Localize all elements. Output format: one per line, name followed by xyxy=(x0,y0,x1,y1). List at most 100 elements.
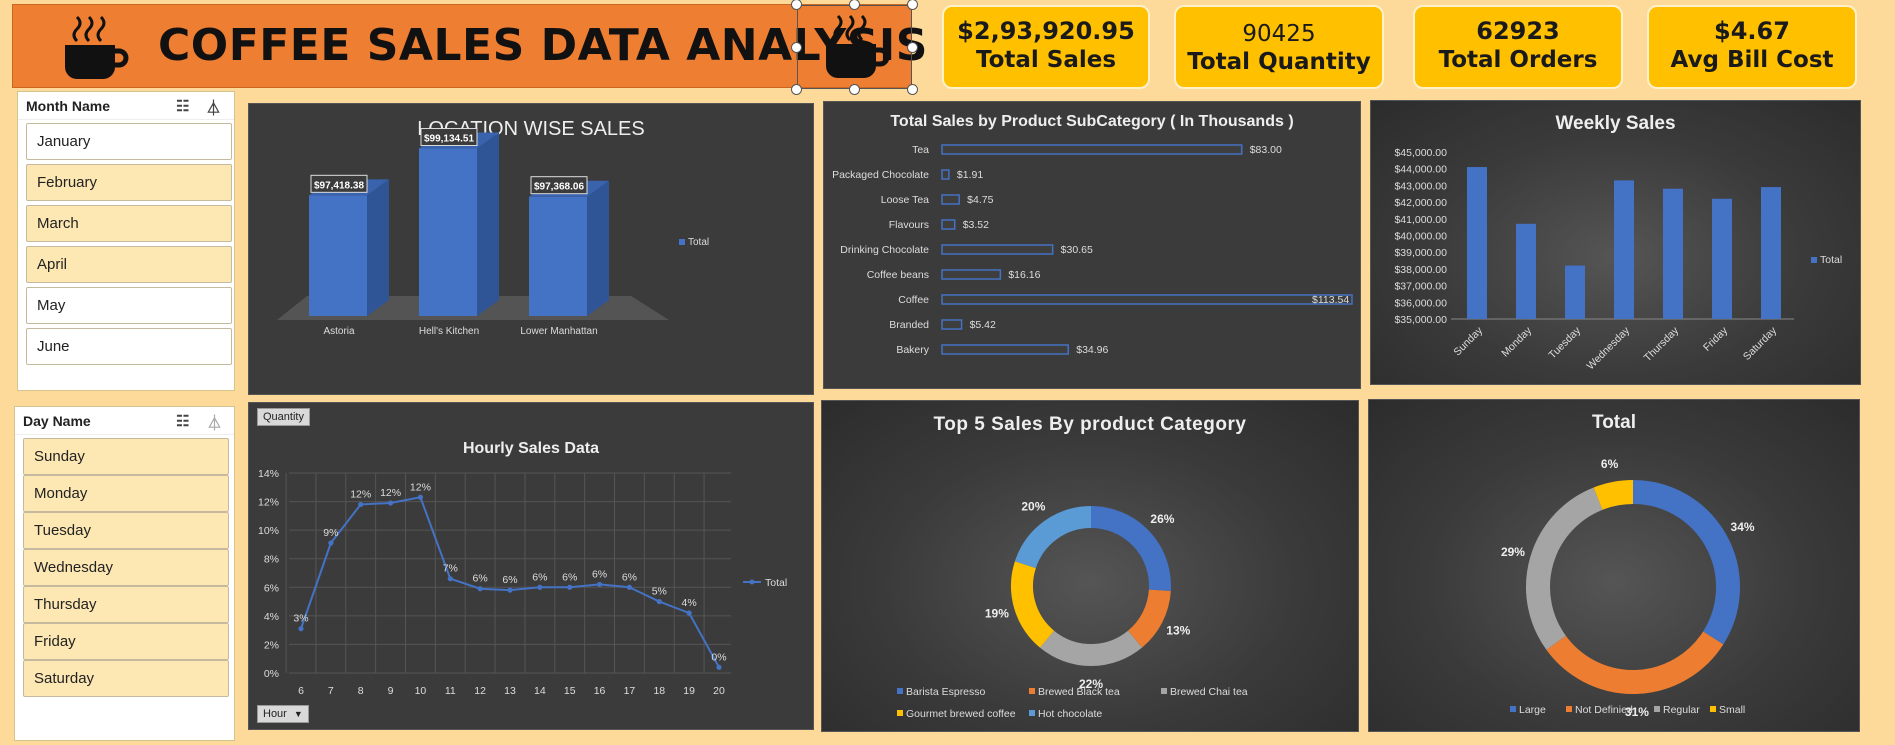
data-label: $99,134.51 xyxy=(424,134,474,145)
coffee-cup-icon[interactable] xyxy=(818,12,890,84)
data-label: $1.91 xyxy=(957,169,983,181)
y-tick-label: 0% xyxy=(264,668,279,680)
weekly-chart-svg: $35,000.00 $36,000.00 $37,000.00 $38,000.00… xyxy=(1394,147,1842,372)
legend-swatch xyxy=(1510,706,1516,712)
y-tick-label: $37,000.00 xyxy=(1394,281,1447,293)
day-item-wednesday[interactable]: Wednesday xyxy=(23,549,229,586)
kpi-card-total-sales: $2,93,920.95 Total Sales xyxy=(942,5,1150,89)
hourly-sales-chart[interactable]: Quantity Hourly Sales Data 0% 2% 4% 6% 8% 10%… xyxy=(248,402,814,730)
data-label: $16.16 xyxy=(1008,269,1040,281)
data-label: $97,418.38 xyxy=(314,180,364,191)
bar-loose-tea xyxy=(941,194,960,205)
y-tick-label: 10% xyxy=(258,525,279,537)
legend-label: Hot chocolate xyxy=(1038,708,1102,720)
dropdown-arrow-icon[interactable]: ▼ xyxy=(294,709,303,719)
slice-brewed-black-tea xyxy=(1127,589,1171,648)
slicer-header: Day Name ☷ ⏃ xyxy=(15,407,234,435)
legend-label: Small xyxy=(1719,704,1745,716)
data-label: 6% xyxy=(502,574,517,586)
x-tick-label: Hell's Kitchen xyxy=(419,326,479,337)
x-tick-label: 9 xyxy=(388,685,394,697)
kpi-card-avg-bill: $4.67 Avg Bill Cost xyxy=(1647,5,1857,89)
day-item-sunday[interactable]: Sunday xyxy=(23,438,229,475)
category-label: Drinking Chocolate xyxy=(840,244,929,256)
multi-select-icon[interactable]: ☷ xyxy=(176,412,189,430)
kpi-value: 62923 xyxy=(1476,17,1560,45)
location-chart-svg: $97,418.38 Astoria $99,134.51 Hell's Kitche… xyxy=(277,128,709,337)
y-tick-label: $43,000.00 xyxy=(1394,180,1447,192)
kpi-value: 90425 xyxy=(1242,21,1316,47)
resize-handle[interactable] xyxy=(907,42,918,53)
slice-not-definied xyxy=(1546,631,1724,694)
month-item-june[interactable]: June xyxy=(26,328,232,365)
legend-swatch xyxy=(897,688,903,694)
data-label: 12% xyxy=(350,488,371,500)
resize-handle[interactable] xyxy=(907,84,918,95)
legend-swatch xyxy=(1161,688,1167,694)
data-point xyxy=(686,610,692,616)
month-item-may[interactable]: May xyxy=(26,287,232,324)
legend-swatch xyxy=(1029,710,1035,716)
y-tick-label: 4% xyxy=(264,611,279,623)
y-tick-label: $40,000.00 xyxy=(1394,231,1447,243)
resize-handle[interactable] xyxy=(791,0,802,10)
month-item-april[interactable]: April xyxy=(26,246,232,283)
slicer-title: Month Name xyxy=(26,97,110,114)
multi-select-icon[interactable]: ☷ xyxy=(176,97,189,115)
resize-handle[interactable] xyxy=(791,42,802,53)
y-tick-label: 8% xyxy=(264,554,279,566)
data-label: 13% xyxy=(1166,623,1190,637)
data-point xyxy=(596,581,603,588)
data-point xyxy=(656,598,662,605)
data-label: 9% xyxy=(323,527,338,539)
top5-category-chart[interactable]: Top 5 Sales By product Category 26% 13% 22… xyxy=(821,400,1359,732)
data-label: $30.65 xyxy=(1061,244,1093,256)
month-item-february[interactable]: February xyxy=(26,164,232,201)
day-item-tuesday[interactable]: Tuesday xyxy=(23,512,229,549)
day-item-friday[interactable]: Friday xyxy=(23,623,229,660)
category-label: Coffee xyxy=(898,294,929,306)
location-sales-chart[interactable]: LOCATION WISE SALES $97,418.38 Astoria $99… xyxy=(248,103,814,395)
data-label: $5.42 xyxy=(970,319,996,331)
data-label: 26% xyxy=(1150,512,1174,526)
bar-coffee-beans xyxy=(941,269,1002,280)
kpi-label: Total Quantity xyxy=(1187,49,1371,75)
resize-handle[interactable] xyxy=(907,0,918,10)
legend-label: Total xyxy=(688,237,709,248)
clear-filter-icon[interactable]: ⏃ xyxy=(207,412,222,433)
bar-side xyxy=(587,180,609,316)
size-donut-chart[interactable]: Total 34% 31% 29% 6% Large Not Definied Regula… xyxy=(1368,399,1860,732)
data-label: $34.96 xyxy=(1076,344,1108,356)
weekly-sales-chart[interactable]: Weekly Sales $35,000.00 $36,000.00 $37,000… xyxy=(1370,100,1861,385)
axis-field-label: Hour xyxy=(263,708,287,720)
resize-handle[interactable] xyxy=(849,84,860,95)
resize-handle[interactable] xyxy=(791,84,802,95)
kpi-card-total-orders: 62923 Total Orders xyxy=(1413,5,1623,89)
resize-handle[interactable] xyxy=(849,0,860,10)
kpi-card-total-quantity: 90425 Total Quantity xyxy=(1174,5,1384,89)
day-item-saturday[interactable]: Saturday xyxy=(23,660,229,697)
category-label: Coffee beans xyxy=(867,269,929,281)
day-item-monday[interactable]: Monday xyxy=(23,475,229,512)
bar-drinking-chocolate xyxy=(941,244,1054,255)
data-label: 29% xyxy=(1501,545,1525,559)
bar-lower-manhattan xyxy=(529,196,587,316)
legend-marker xyxy=(749,579,755,585)
x-tick-label: Astoria xyxy=(323,326,355,337)
selected-picture-frame[interactable] xyxy=(791,0,918,95)
month-item-january[interactable]: January xyxy=(26,123,232,160)
data-point xyxy=(716,664,722,670)
x-tick-label: 12 xyxy=(474,685,486,697)
data-label: 20% xyxy=(1021,500,1045,514)
bar-wednesday xyxy=(1614,180,1634,319)
clear-filter-icon[interactable]: ⏃ xyxy=(206,97,221,118)
data-label: $83.00 xyxy=(1250,144,1282,156)
axis-field-button[interactable]: Hour ▼ xyxy=(257,705,309,723)
data-label: $4.75 xyxy=(967,194,993,206)
subcategory-sales-chart[interactable]: Total Sales by Product SubCategory ( In … xyxy=(823,101,1361,389)
month-item-march[interactable]: March xyxy=(26,205,232,242)
data-point xyxy=(477,586,483,592)
x-tick-label: 16 xyxy=(594,685,606,697)
x-tick-label: 10 xyxy=(415,685,427,697)
day-item-thursday[interactable]: Thursday xyxy=(23,586,229,623)
